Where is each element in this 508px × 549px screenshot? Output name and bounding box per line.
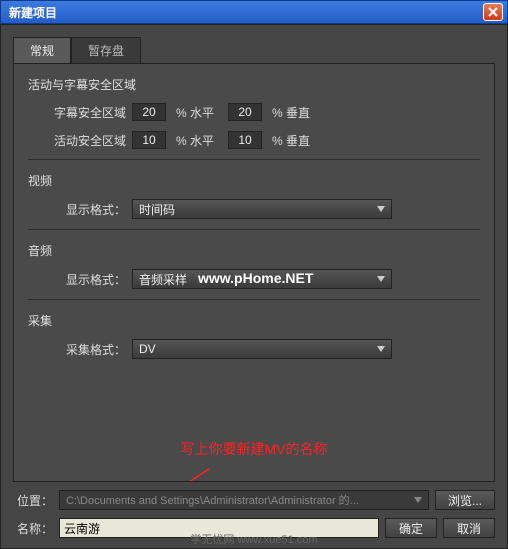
location-value: C:\Documents and Settings\Administrator\… (66, 492, 359, 508)
action-safe-label: 活动安全区域 (28, 132, 126, 149)
chevron-down-icon (377, 206, 385, 212)
audio-format-value: 音频采样 (139, 271, 187, 288)
browse-button[interactable]: 浏览... (435, 490, 495, 510)
subtitle-safe-label: 字幕安全区域 (28, 104, 126, 121)
location-select[interactable]: C:\Documents and Settings\Administrator\… (59, 490, 429, 510)
pct-v-label: % 垂直 (272, 104, 310, 121)
video-format-row: 显示格式： 时间码 (28, 199, 480, 219)
title-bar: 新建项目 (0, 0, 508, 24)
capture-format-row: 采集格式： DV (28, 339, 480, 359)
dialog-footer: 位置： C:\Documents and Settings\Administra… (13, 482, 495, 538)
tab-bar: 常规 暂存盘 (13, 37, 495, 63)
video-format-select[interactable]: 时间码 (132, 199, 392, 219)
location-label: 位置： (13, 492, 53, 509)
video-format-label: 显示格式： (28, 201, 126, 218)
action-safe-h-input[interactable] (132, 131, 166, 149)
close-button[interactable] (483, 3, 503, 21)
chevron-down-icon (377, 346, 385, 352)
capture-format-select[interactable]: DV (132, 339, 392, 359)
annotation-arrow (99, 464, 219, 482)
action-safe-v-input[interactable] (228, 131, 262, 149)
video-format-value: 时间码 (139, 201, 175, 218)
separator (28, 229, 480, 230)
group-audio-title: 音频 (28, 242, 480, 259)
tab-content: 活动与字幕安全区域 字幕安全区域 % 水平 % 垂直 活动安全区域 % 水平 %… (13, 63, 495, 482)
separator (28, 159, 480, 160)
chevron-down-icon (414, 497, 422, 503)
tab-scratch[interactable]: 暂存盘 (71, 37, 141, 63)
dialog-panel: 常规 暂存盘 活动与字幕安全区域 字幕安全区域 % 水平 % 垂直 活动安全区域… (0, 24, 508, 549)
tab-general[interactable]: 常规 (13, 37, 71, 63)
chevron-down-icon (377, 276, 385, 282)
location-row: 位置： C:\Documents and Settings\Administra… (13, 490, 495, 510)
subtitle-safe-v-input[interactable] (228, 103, 262, 121)
action-safe-row: 活动安全区域 % 水平 % 垂直 (28, 131, 480, 149)
audio-format-row: 显示格式： 音频采样 www.pHome.NET (28, 269, 480, 289)
pct-h-label-2: % 水平 (176, 132, 214, 149)
pct-v-label-2: % 垂直 (272, 132, 310, 149)
subtitle-safe-row: 字幕安全区域 % 水平 % 垂直 (28, 103, 480, 121)
audio-format-label: 显示格式： (28, 271, 126, 288)
pct-h-label: % 水平 (176, 104, 214, 121)
audio-format-select[interactable]: 音频采样 (132, 269, 392, 289)
close-icon (488, 7, 498, 17)
capture-format-value: DV (139, 342, 156, 356)
group-video-title: 视频 (28, 172, 480, 189)
capture-format-label: 采集格式： (28, 341, 126, 358)
annotation-text: 写上你要新建MV的名称 (28, 439, 480, 459)
separator (28, 299, 480, 300)
subtitle-safe-h-input[interactable] (132, 103, 166, 121)
window-title: 新建项目 (9, 4, 57, 21)
page-caption: 学无忧网 www.xue51.com (0, 531, 508, 547)
group-capture-title: 采集 (28, 312, 480, 329)
group-safe-title: 活动与字幕安全区域 (28, 76, 480, 93)
